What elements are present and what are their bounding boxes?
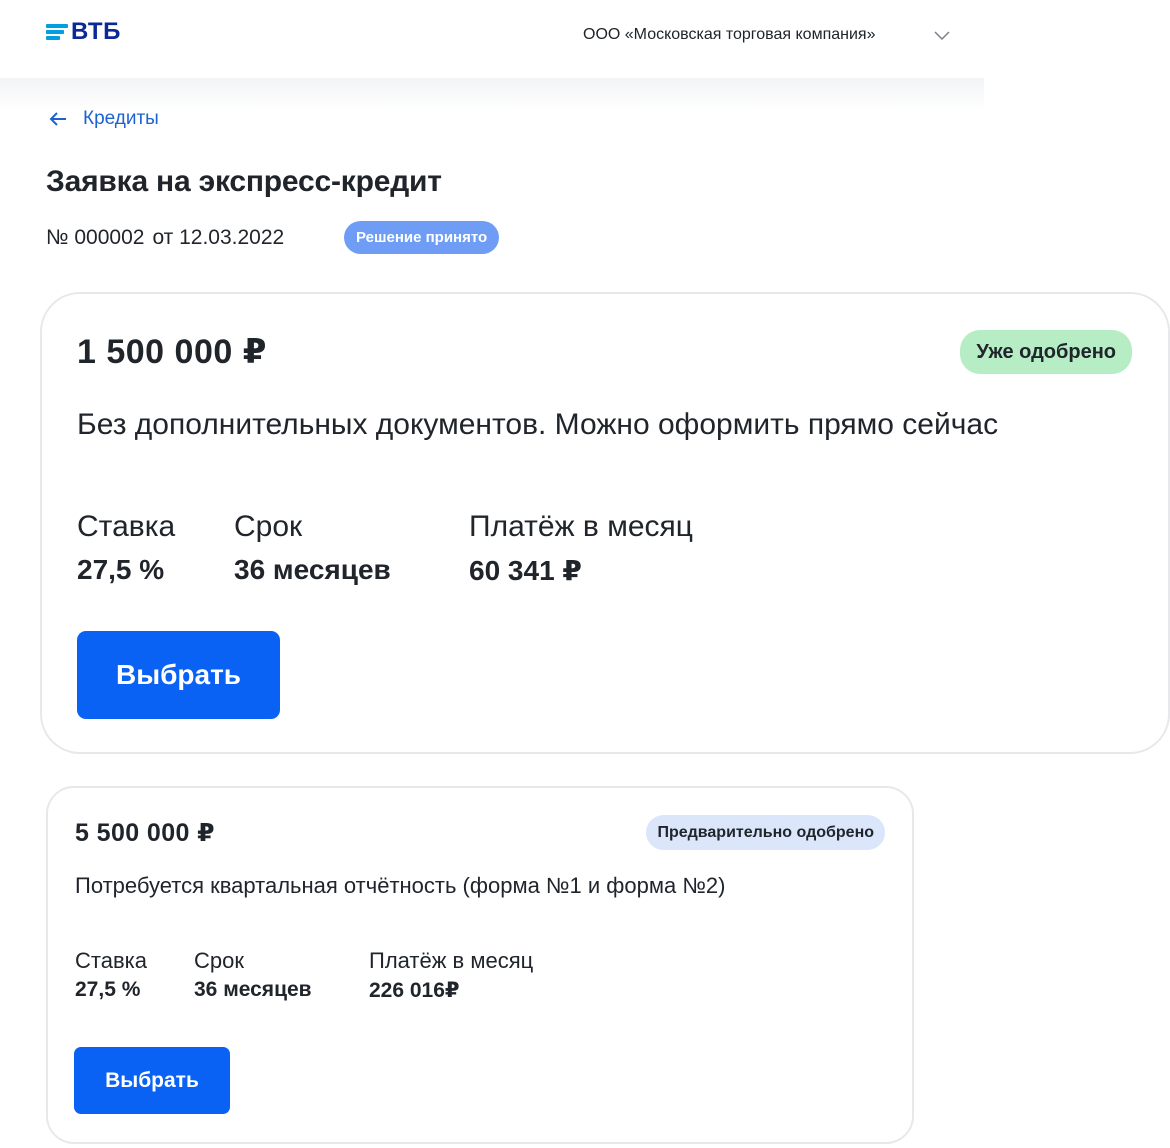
offer-rate: Ставка 27,5 % (77, 510, 175, 586)
rate-value: 27,5 % (75, 978, 141, 1001)
offer-term: Срок 36 месяцев (234, 510, 391, 586)
application-number: № 000002 (46, 226, 145, 249)
logo-text: ВТБ (71, 18, 121, 45)
payment-value: 226 016₽ (369, 979, 460, 1002)
select-offer-button[interactable]: Выбрать (74, 1047, 230, 1114)
status-badge: Решение принято (344, 221, 500, 254)
select-offer-button[interactable]: Выбрать (77, 631, 280, 719)
offer-payment: Платёж в месяц 226 016₽ (369, 948, 533, 1003)
offer-card-approved: 1 500 000 ₽ Уже одобрено Без дополнитель… (40, 292, 1170, 754)
application-date: от 12.03.2022 (152, 226, 285, 249)
arrow-left-icon (49, 112, 66, 126)
approval-badge: Предварительно одобрено (646, 815, 885, 850)
header-shadow (0, 78, 984, 112)
logo-bars-icon (46, 23, 68, 41)
vtb-logo[interactable]: ВТБ (46, 18, 121, 46)
back-link-credits[interactable]: Кредиты (48, 108, 159, 130)
offer-amount: 5 500 000 ₽ (75, 819, 215, 847)
offer-description: Без дополнительных документов. Можно офо… (77, 408, 999, 441)
approval-badge: Уже одобрено (960, 330, 1132, 374)
offer-description: Потребуется квартальная отчётность (форм… (75, 873, 726, 898)
term-label: Срок (194, 948, 244, 973)
payment-value: 60 341 ₽ (469, 555, 582, 586)
offer-rate: Ставка 27,5 % (75, 948, 147, 1002)
back-link-label[interactable]: Кредиты (83, 108, 159, 130)
chevron-down-icon[interactable] (933, 26, 951, 44)
payment-label: Платёж в месяц (469, 510, 693, 543)
term-value: 36 месяцев (234, 554, 391, 585)
offer-amount: 1 500 000 ₽ (77, 333, 267, 371)
rate-label: Ставка (75, 948, 147, 973)
top-header: ВТБ ООО «Московская торговая компания» (0, 0, 984, 78)
offer-card-preapproved: 5 500 000 ₽ Предварительно одобрено Потр… (46, 786, 914, 1144)
rate-value: 27,5 % (77, 554, 165, 585)
page-title: Заявка на экспресс-кредит (46, 165, 442, 198)
offer-payment: Платёж в месяц 60 341 ₽ (469, 510, 693, 587)
term-value: 36 месяцев (194, 978, 312, 1001)
application-meta: № 000002 от 12.03.2022 (46, 226, 284, 250)
rate-label: Ставка (77, 510, 176, 543)
term-label: Срок (234, 510, 303, 543)
payment-label: Платёж в месяц (369, 948, 534, 973)
company-selector-label[interactable]: ООО «Московская торговая компания» (583, 26, 875, 44)
offer-term: Срок 36 месяцев (194, 948, 312, 1002)
